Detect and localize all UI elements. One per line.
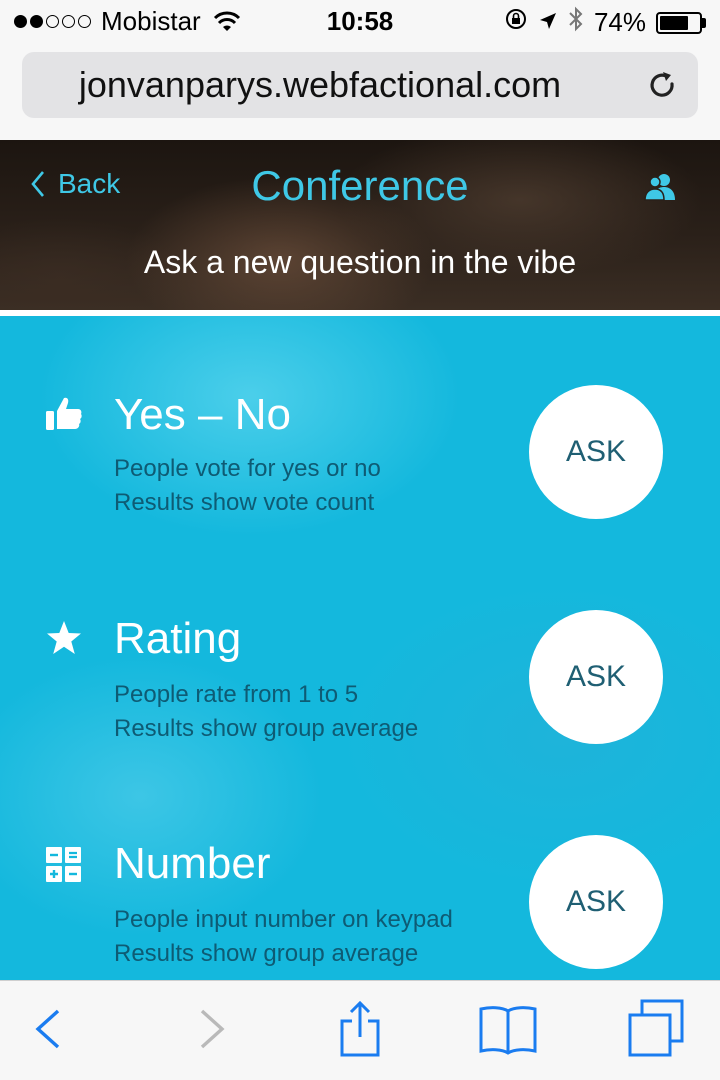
wifi-icon [213,11,241,33]
question-type-yes-no: Yes – No People vote for yes or no Resul… [0,380,720,580]
battery-percent: 74% [593,7,646,37]
question-type-description: People rate from 1 to 5 Results show gro… [114,678,418,746]
rotation-lock-icon [504,7,528,38]
description-line: People input number on keypad [114,906,453,933]
back-button[interactable]: Back [30,168,120,200]
people-icon[interactable] [644,172,678,202]
description-line: People rate from 1 to 5 [114,681,359,708]
back-arrow-icon[interactable] [20,999,80,1059]
signal-strength-icon [14,15,91,28]
reload-icon[interactable] [644,67,680,103]
question-type-title: Yes – No [114,390,291,439]
browser-address-area: jonvanparys.webfactional.com [0,42,720,140]
url-text[interactable]: jonvanparys.webfactional.com [22,64,618,106]
question-type-number: Number People input number on keypad Res… [0,831,720,980]
bookmarks-icon[interactable] [478,999,538,1059]
carrier-name: Mobistar [101,6,201,36]
star-icon [44,618,84,658]
ask-button-rating[interactable]: ASK [529,610,663,744]
tabs-icon[interactable] [628,999,688,1059]
browser-toolbar [0,980,720,1080]
bluetooth-icon [568,6,584,39]
question-type-description: People input number on keypad Results sh… [114,903,453,971]
thumbs-up-icon [44,394,84,434]
status-bar: Mobistar 10:58 74% [0,0,720,42]
question-type-list: Yes – No People vote for yes or no Resul… [0,316,720,980]
question-type-title: Rating [114,614,242,663]
calculator-icon [44,845,84,885]
status-right: 74% [504,6,706,39]
chevron-left-icon [30,170,46,198]
description-line: Results show vote count [114,489,375,516]
question-type-description: People vote for yes or no Results show v… [114,452,381,520]
status-left: Mobistar [14,6,241,37]
battery-icon [656,11,706,34]
ask-button-yes-no[interactable]: ASK [529,385,663,519]
share-icon[interactable] [330,999,390,1059]
question-type-title: Number [114,839,271,888]
page-subtitle: Ask a new question in the vibe [143,244,577,280]
app-header: Back Conference Ask a new question in th… [0,140,720,310]
description-line: People vote for yes or no [114,455,381,482]
ask-button-number[interactable]: ASK [529,835,663,969]
question-type-rating: Rating People rate from 1 to 5 Results s… [0,606,720,806]
location-arrow-icon [538,7,558,38]
forward-arrow-icon[interactable] [180,999,240,1059]
description-line: Results show group average [114,715,419,742]
back-label: Back [58,168,121,199]
description-line: Results show group average [114,940,419,967]
address-bar[interactable]: jonvanparys.webfactional.com [22,52,698,118]
